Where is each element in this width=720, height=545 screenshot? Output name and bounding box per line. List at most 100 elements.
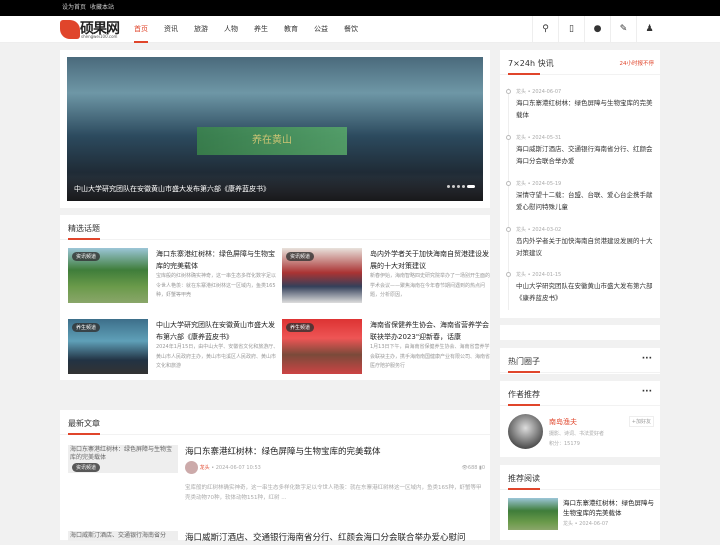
recommend-meta: 龙头 • 2024-06-07 [563, 521, 609, 527]
flash-badge[interactable]: 24小时报不停 [620, 59, 655, 67]
flash-author: 龙头 [516, 89, 527, 95]
mobile-icon[interactable]: ▯ [558, 16, 584, 43]
flash-item[interactable]: 龙头 • 2024-05-31 海口威斯汀酒店、交通银行海南省分行、红颜会海口分会… [506, 134, 658, 167]
channel-tag: 养生频道 [72, 323, 101, 332]
slide-caption[interactable]: 中山大学研究团队在安徽黄山市盛大发布第六部《康养蓝皮书》 [67, 177, 483, 201]
edit-icon[interactable]: ✎ [610, 16, 636, 43]
recommended-reading: 推荐阅读 海口东寨港红树林：绿色屏障与生物宝库的完美载体 龙头 • 2024-0… [500, 465, 660, 540]
slider-dots[interactable] [445, 173, 475, 192]
recommend-author: 龙头 [563, 521, 574, 527]
featured-thumbnail[interactable]: 养生频道 [68, 319, 148, 374]
bookmark-link[interactable]: 收藏本站 [90, 0, 114, 16]
flash-author: 龙头 [516, 135, 527, 141]
article-item[interactable]: 海口威斯汀酒店、交通银行海南省分 海口威斯汀酒店、交通银行海南省分行、红颜会海口… [68, 531, 486, 545]
slider-dot[interactable] [457, 185, 460, 188]
nav-item-home[interactable]: 首页 [134, 16, 148, 43]
flash-item[interactable]: 龙头 • 2024-03-02 岛内外学者关于加快海南自贸港建设发展的十大对策建议 [506, 226, 658, 259]
slider-dot[interactable] [452, 185, 455, 188]
slider-dot[interactable] [447, 185, 450, 188]
empty-widget [500, 325, 660, 340]
section-title: 推荐阅读 [508, 474, 540, 483]
nav-item-dining[interactable]: 餐饮 [344, 16, 358, 43]
flash-item[interactable]: 龙头 • 2024-06-07 海口东寨港红树林：绿色屏障与生物宝库的完美载体 [506, 88, 658, 121]
user-icon[interactable]: ♟ [636, 16, 662, 43]
article-thumbnail-broken[interactable]: 海口东寨港红树林：绿色屏障与生物宝库的完美载体资讯频道 [68, 445, 178, 473]
site-logo[interactable]: 硕果网 shengwei100.com [60, 18, 124, 40]
latest-articles: 最新文章 海口东寨港红树林：绿色屏障与生物宝库的完美载体资讯频道 海口东寨港红树… [60, 410, 490, 543]
search-icon[interactable]: ⚲ [532, 16, 558, 43]
channel-tag: 资讯频道 [72, 252, 101, 261]
flash-title[interactable]: 海口威斯汀酒店、交通银行海南省分行、红颜会海口分会联合举办爱 [508, 143, 658, 167]
hot-circles: 热门圈子 ··· [500, 348, 660, 374]
featured-thumbnail[interactable]: 资讯频道 [68, 248, 148, 303]
divider [60, 238, 490, 240]
flash-title[interactable]: 岛内外学者关于加快海南自贸港建设发展的十大对策建议 [508, 235, 658, 259]
featured-desc: 1月13日下午，由海南省保健养生协会、海南省营养学会联袂主办，携手海南南国健康产… [370, 344, 491, 369]
flash-title[interactable]: 海口东寨港红树林：绿色屏障与生物宝库的完美载体 [508, 97, 658, 121]
flash-date: 2024-05-19 [532, 181, 562, 187]
divider [60, 433, 490, 435]
featured-desc: 宝库般的红树林确实神奇，这一串生态多样化数字足以令世人艳羡：就在东寨港红树林这一… [156, 273, 277, 298]
more-icon[interactable]: ··· [642, 354, 652, 364]
flash-date: 2024-05-31 [532, 135, 562, 141]
top-bar: 设为首页 收藏本站 [0, 0, 720, 16]
divider [500, 404, 660, 406]
article-title[interactable]: 海口威斯汀酒店、交通银行海南省分行、红颜会海口分会联合举办爱心慰问 [185, 531, 466, 543]
wechat-icon[interactable]: ● [584, 16, 610, 43]
nav-item-people[interactable]: 人物 [224, 16, 238, 43]
more-icon[interactable]: ··· [642, 387, 652, 397]
image-alt-text: 海口东寨港红树林：绿色屏障与生物宝库的完美载体 [70, 446, 173, 461]
featured-thumbnail[interactable]: 养生频道 [282, 319, 362, 374]
featured-title[interactable]: 中山大学研究团队在安徽黄山市盛大发布第六部《康养蓝皮书》 [156, 319, 280, 343]
featured-item[interactable]: 养生频道 中山大学研究团队在安徽黄山市盛大发布第六部《康养蓝皮书》 2024年1… [68, 319, 280, 375]
featured-desc: 新春伊始，海南智略四史研究院举办了一场别开生面的学术会议——聚焦海南在今年春节期… [370, 273, 491, 298]
featured-item[interactable]: 资讯频道 海口东寨港红树林：绿色屏障与生物宝库的完美载体 宝库般的红树林确实神奇… [68, 248, 280, 304]
featured-item[interactable]: 资讯频道 岛内外学者关于加快海南自贸港建设发展的十大对策建议 新春伊始，海南智略… [282, 248, 494, 304]
slider-dot[interactable] [462, 185, 465, 188]
flash-title[interactable]: 中山大学研究团队在安徽黄山市盛大发布第六部《康养蓝皮书》 [508, 280, 658, 304]
hero-slider[interactable]: 养在黄山 中山大学研究团队在安徽黄山市盛大发布第六部《康养蓝皮书》 [60, 50, 490, 208]
featured-item[interactable]: 养生频道 海南省保健养生协会、海南省营养学会联袂举办2023"迎新春，话康 1月… [282, 319, 494, 375]
featured-title[interactable]: 岛内外学者关于加快海南自贸港建设发展的十大对策建议 [370, 248, 494, 272]
featured-title[interactable]: 海南省保健养生协会、海南省营养学会联袂举办2023"迎新春，话康 [370, 319, 494, 343]
author-name[interactable]: 南岛渔夫 [549, 417, 577, 427]
channel-tag: 养生频道 [286, 323, 315, 332]
section-title: 热门圈子 [508, 357, 540, 366]
flash-date: 2024-03-02 [532, 227, 562, 233]
article-meta: 龙头 • 2024-06-07 10:53 👁688 ▮0 [185, 461, 485, 475]
add-friend-button[interactable]: +加好友 [628, 416, 654, 427]
nav-item-travel[interactable]: 旅游 [194, 16, 208, 43]
slide-image[interactable]: 养在黄山 中山大学研究团队在安徽黄山市盛大发布第六部《康养蓝皮书》 [67, 57, 483, 201]
recommend-thumbnail[interactable] [508, 498, 558, 530]
set-homepage-link[interactable]: 设为首页 [62, 0, 86, 16]
nav-item-education[interactable]: 教育 [284, 16, 298, 43]
author-recommend: 作者推荐 ··· 南岛渔夫 摄影、诗词、书法爱好者 积分：15179 +加好友 [500, 381, 660, 457]
flash-item[interactable]: 龙头 • 2024-01-15 中山大学研究团队在安徽黄山市盛大发布第六部《康养蓝… [506, 271, 658, 304]
channel-tag: 资讯频道 [72, 463, 101, 472]
author-avatar[interactable] [185, 461, 198, 474]
divider [500, 371, 660, 373]
flash-item[interactable]: 龙头 • 2024-05-19 深情守望十二载：台盟、台联、爱心台企携手献爱心慰问… [506, 180, 658, 213]
section-title: 精选话题 [68, 224, 100, 233]
recommend-title[interactable]: 海口东寨港红树林：绿色屏障与生物宝库的完美载体 [563, 498, 655, 518]
nav-item-health[interactable]: 养生 [254, 16, 268, 43]
slider-dot-active[interactable] [467, 185, 475, 188]
featured-title[interactable]: 海口东寨港红树林：绿色屏障与生物宝库的完美载体 [156, 248, 280, 272]
featured-thumbnail[interactable]: 资讯频道 [282, 248, 362, 303]
recommend-date: 2024-06-07 [579, 521, 609, 527]
article-desc: 宝库般的红树林确实神奇，这一串生态多样化数字足以令世人艳羡：就在东寨港红树林这一… [185, 485, 482, 501]
article-title[interactable]: 海口东寨港红树林：绿色屏障与生物宝库的完美载体 [185, 445, 381, 457]
flash-author: 龙头 [516, 181, 527, 187]
flash-title[interactable]: 深情守望十二载：台盟、台联、爱心台企携手献爱心慰问特殊儿童 [508, 189, 658, 213]
author-avatar[interactable] [508, 414, 543, 449]
nav-item-news[interactable]: 资讯 [164, 16, 178, 43]
logo-mark [60, 20, 80, 39]
nav-item-charity[interactable]: 公益 [314, 16, 328, 43]
author-name[interactable]: 龙头 [200, 465, 210, 471]
section-title: 最新文章 [68, 419, 100, 428]
author-score: 积分：15179 [549, 441, 580, 447]
divider [500, 488, 660, 490]
divider [500, 73, 660, 75]
author-bio: 摄影、诗词、书法爱好者 [549, 431, 605, 437]
article-item[interactable]: 海口东寨港红树林：绿色屏障与生物宝库的完美载体资讯频道 海口东寨港红树林：绿色屏… [68, 445, 486, 525]
